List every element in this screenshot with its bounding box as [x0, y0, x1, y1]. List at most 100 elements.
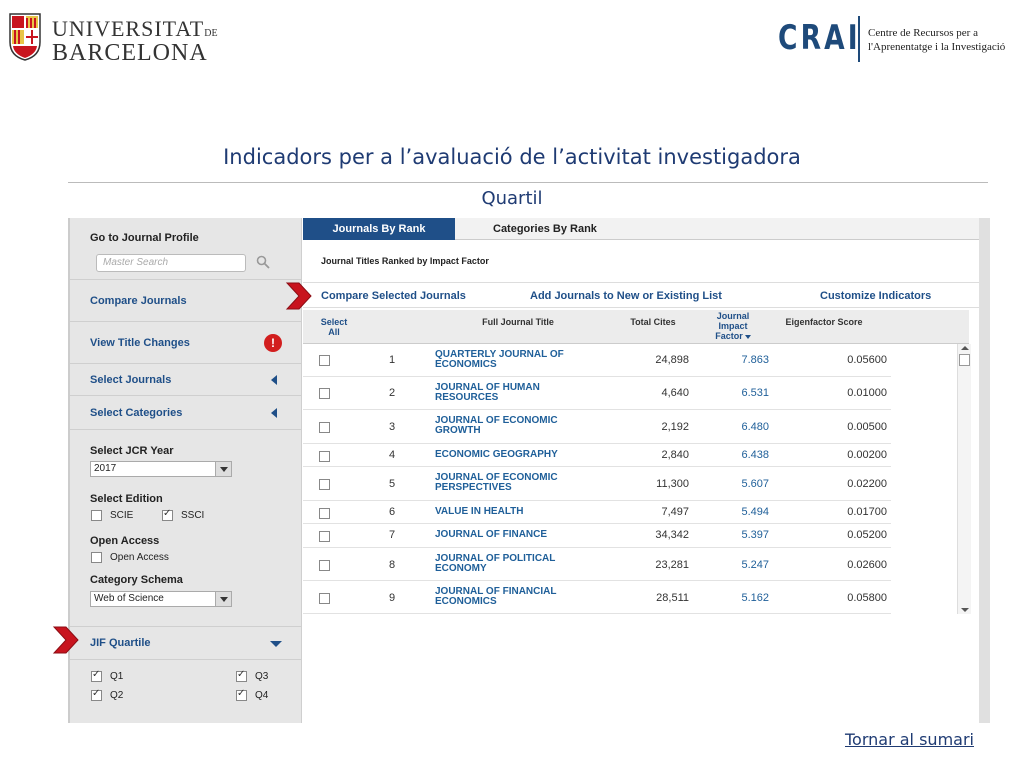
ub-name-line1: UNIVERSITATDE	[52, 16, 218, 41]
row-cites: 23,281	[655, 559, 689, 571]
open-access-label: Open Access	[110, 552, 169, 563]
row-checkbox[interactable]	[319, 560, 330, 571]
row-jif: 6.438	[741, 449, 769, 461]
collapse-left-icon	[271, 375, 277, 385]
q2-checkbox[interactable]	[91, 688, 102, 701]
search-icon[interactable]	[256, 255, 270, 269]
row-rank: 3	[389, 421, 396, 433]
row-jif: 5.162	[741, 592, 769, 604]
q3-label: Q3	[255, 671, 269, 682]
jcr-year-select[interactable]: 2017	[90, 461, 232, 477]
row-eigenfactor: 0.01000	[847, 387, 887, 399]
row-rank: 5	[389, 478, 396, 490]
collapse-left-icon	[271, 408, 277, 418]
journal-profile-block: Go to Journal Profile Master Search	[70, 218, 302, 280]
eigen-header[interactable]: Eigenfactor Score	[769, 317, 879, 327]
table-row: 2 JOURNAL OF HUMAN RESOURCES 4,640 6.531 …	[303, 377, 891, 410]
master-search-input[interactable]: Master Search	[96, 254, 246, 272]
jif-quartile-item[interactable]: JIF Quartile	[70, 626, 302, 660]
compare-selected-button[interactable]: Compare Selected Journals	[321, 290, 466, 302]
row-rank: 8	[389, 559, 396, 571]
title-divider	[68, 182, 988, 183]
action-bar: Compare Selected Journals Add Journals t…	[303, 282, 979, 308]
row-checkbox[interactable]	[319, 531, 330, 542]
journal-title-link[interactable]: JOURNAL OF HUMAN RESOURCES	[435, 383, 605, 403]
red-pointer-arrow-icon	[52, 626, 79, 654]
back-to-summary-link[interactable]: Tornar al sumari	[845, 730, 974, 749]
row-cites: 11,300	[656, 478, 689, 490]
select-journals-item[interactable]: Select Journals	[70, 364, 302, 396]
row-jif: 5.397	[741, 529, 769, 541]
scroll-down-icon[interactable]	[961, 608, 969, 612]
universitat-barcelona-logo: UNIVERSITATDE BARCELONA	[8, 10, 218, 68]
table-scrollbar[interactable]	[957, 344, 971, 614]
slide-title: Indicadors per a l’avaluació de l’activi…	[223, 145, 801, 169]
row-eigenfactor: 0.00200	[847, 449, 887, 461]
row-eigenfactor: 0.00500	[847, 421, 887, 433]
table-row: 3 JOURNAL OF ECONOMIC GROWTH 2,192 6.480 …	[303, 410, 891, 444]
journal-title-link[interactable]: JOURNAL OF POLITICAL ECONOMY	[435, 554, 605, 574]
edition-label: Select Edition	[90, 493, 163, 505]
customize-indicators-button[interactable]: Customize Indicators	[820, 290, 931, 302]
select-journals-label: Select Journals	[90, 374, 172, 386]
scroll-up-icon[interactable]	[961, 346, 969, 350]
row-rank: 6	[389, 506, 396, 518]
journal-title-link[interactable]: QUARTERLY JOURNAL OF ECONOMICS	[435, 350, 605, 370]
journal-title-link[interactable]: JOURNAL OF ECONOMIC GROWTH	[435, 416, 605, 436]
scie-checkbox[interactable]	[91, 510, 102, 521]
row-cites: 24,898	[655, 354, 689, 366]
row-rank: 7	[389, 529, 396, 541]
add-to-list-button[interactable]: Add Journals to New or Existing List	[530, 290, 722, 302]
compare-journals-label: Compare Journals	[90, 295, 187, 307]
q4-checkbox[interactable]	[236, 688, 247, 701]
row-checkbox[interactable]	[319, 508, 330, 519]
row-jif: 5.494	[741, 506, 769, 518]
q2-label: Q2	[110, 690, 124, 701]
row-jif: 7.863	[741, 354, 769, 366]
jcr-app-screenshot: Go to Journal Profile Master Search Comp…	[68, 218, 990, 723]
select-categories-item[interactable]: Select Categories	[70, 396, 302, 430]
window-edge	[979, 218, 990, 723]
journal-title-link[interactable]: VALUE IN HEALTH	[435, 507, 605, 517]
tab-categories-by-rank[interactable]: Categories By Rank	[493, 218, 597, 240]
q3-checkbox[interactable]	[236, 669, 247, 682]
row-eigenfactor: 0.05200	[847, 529, 887, 541]
row-jif: 6.480	[741, 421, 769, 433]
row-cites: 2,192	[661, 421, 689, 433]
row-eigenfactor: 0.02200	[847, 478, 887, 490]
open-access-checkbox[interactable]	[91, 552, 102, 563]
row-cites: 7,497	[661, 506, 689, 518]
category-schema-label: Category Schema	[90, 574, 183, 586]
journal-title-link[interactable]: JOURNAL OF FINANCE	[435, 530, 605, 540]
category-schema-select[interactable]: Web of Science	[90, 591, 232, 607]
row-checkbox[interactable]	[319, 451, 330, 462]
cites-header[interactable]: Total Cites	[613, 317, 693, 327]
table-row: 9 JOURNAL OF FINANCIAL ECONOMICS 28,511 5…	[303, 581, 891, 614]
row-checkbox[interactable]	[319, 355, 330, 366]
row-checkbox[interactable]	[319, 593, 330, 604]
jif-header[interactable]: Journal Impact Factor	[703, 311, 763, 341]
scie-label: SCIE	[110, 510, 134, 521]
q1-checkbox[interactable]	[91, 669, 102, 682]
title-header[interactable]: Full Journal Title	[453, 317, 583, 327]
tab-journals-by-rank[interactable]: Journals By Rank	[303, 218, 455, 240]
crai-separator	[858, 16, 860, 62]
scroll-thumb[interactable]	[959, 354, 970, 366]
row-checkbox[interactable]	[319, 422, 330, 433]
select-all-header[interactable]: Select All	[309, 317, 359, 337]
row-cites: 34,342	[655, 529, 689, 541]
view-title-changes-label: View Title Changes	[90, 337, 190, 349]
row-checkbox[interactable]	[319, 388, 330, 399]
journal-title-link[interactable]: JOURNAL OF FINANCIAL ECONOMICS	[435, 587, 605, 607]
go-to-profile-label: Go to Journal Profile	[90, 232, 199, 244]
journal-title-link[interactable]: JOURNAL OF ECONOMIC PERSPECTIVES	[435, 473, 605, 493]
table-row: 5 JOURNAL OF ECONOMIC PERSPECTIVES 11,300…	[303, 467, 891, 501]
red-pointer-arrow-icon	[285, 282, 312, 310]
journal-title-link[interactable]: ECONOMIC GEOGRAPHY	[435, 450, 605, 460]
row-checkbox[interactable]	[319, 479, 330, 490]
compare-journals-item[interactable]: Compare Journals	[70, 280, 302, 322]
ssci-checkbox[interactable]	[162, 508, 173, 521]
slide-subtitle: Quartil	[481, 188, 543, 209]
view-title-changes-item[interactable]: View Title Changes !	[70, 322, 302, 364]
row-cites: 4,640	[661, 387, 689, 399]
